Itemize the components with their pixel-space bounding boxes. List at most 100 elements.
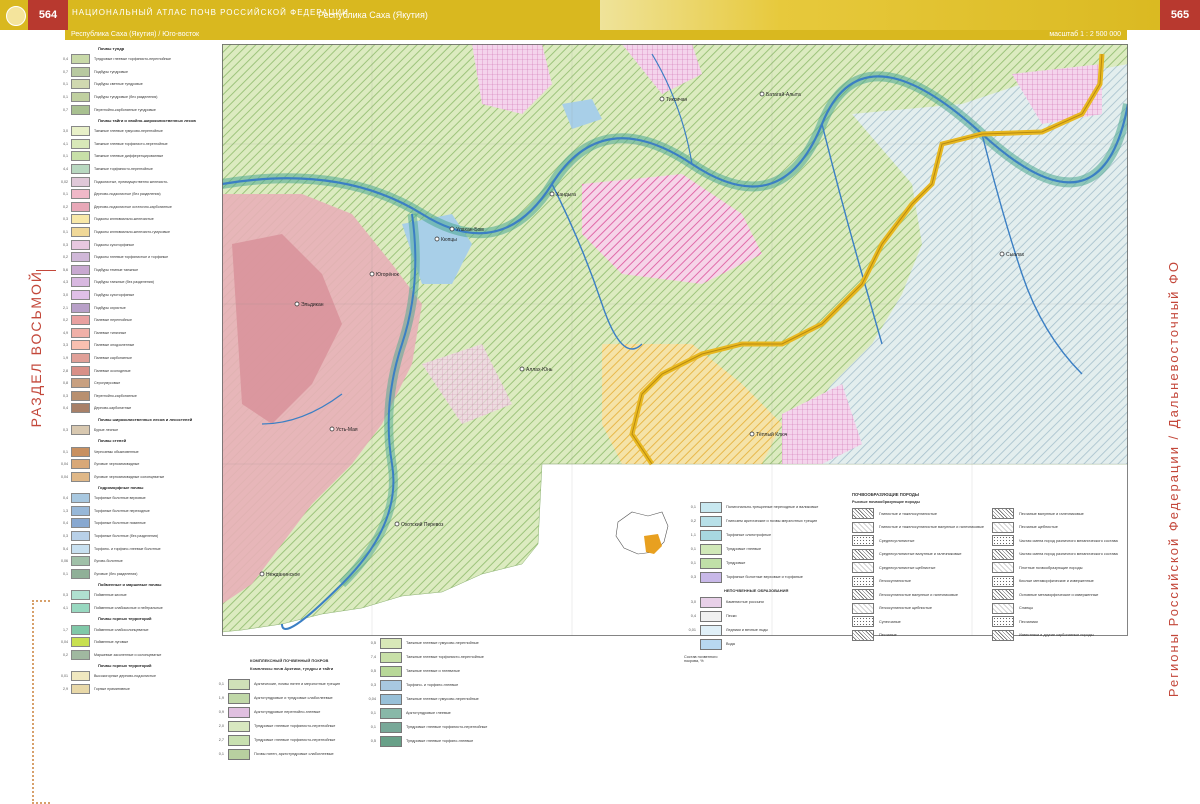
- legend-row: 0,1 Дерново-подзолистые (без разделения): [58, 188, 220, 201]
- rock-legend-label: Основные метаморфические и изверженные: [1019, 592, 1099, 597]
- legend-label: Тундровые глеевые торфянисто-перегнойные: [254, 738, 336, 742]
- legend-row: Вода: [684, 637, 844, 651]
- legend-value: 7,4: [370, 655, 376, 659]
- legend-swatch: [71, 684, 90, 695]
- legend-group-heading: Пойменные и маршевые почвы: [98, 582, 162, 588]
- legend-value: 0,1: [63, 449, 68, 454]
- legend-label: Горные примитивные: [94, 687, 130, 692]
- legend-value: 0,2: [63, 318, 68, 323]
- settlement-marker[interactable]: [659, 96, 665, 102]
- series-title: НАЦИОНАЛЬНЫЙ АТЛАС ПОЧВ РОССИЙСКОЙ ФЕДЕР…: [72, 8, 349, 17]
- legend-row: 1,7 Пойменные слабосолонцеватые: [58, 623, 220, 636]
- header-bar-right: [600, 0, 1200, 30]
- legend-row: 3,0 Каменистые россыпи: [684, 595, 844, 609]
- legend-value: 0,1: [370, 711, 376, 715]
- settlement-marker[interactable]: [259, 571, 265, 577]
- legend-row: 0,1 Арктические, почвы пятен и мерзлотные…: [212, 677, 372, 691]
- rock-legend-label: Супесчаные: [879, 619, 901, 624]
- settlement-marker[interactable]: [549, 191, 555, 197]
- legend-row: 0,1 Луговые (без разделения): [58, 568, 220, 581]
- settlement-marker[interactable]: [449, 226, 455, 232]
- rock-legend-label: Частая смена пород различного механическ…: [1019, 552, 1118, 557]
- legend-swatch: [71, 568, 90, 579]
- rock-legend-row: Основные метаморфические и изверженные: [992, 588, 1142, 602]
- legend-label: Таежные глеевые гумусово-перегнойные: [406, 697, 479, 701]
- legend-label: Подзолы иллювиально-железистые: [94, 217, 154, 222]
- legend-value: 0,1: [63, 82, 68, 87]
- legend-label: Таежные торфянисто-перегнойные: [94, 167, 153, 172]
- rock-legend-row: Сланцы: [992, 602, 1142, 616]
- legend-label: Пойменные слабосолонцеватые: [94, 627, 149, 632]
- rock-pattern-swatch: [992, 508, 1014, 520]
- legend-value: 0,2: [63, 652, 68, 657]
- decorative-border: [32, 600, 50, 804]
- legend-swatch: [71, 138, 90, 149]
- legend-swatch: [71, 201, 90, 212]
- legend-swatch: [700, 610, 722, 622]
- settlement-marker[interactable]: [369, 271, 375, 277]
- atlas-logo: [6, 6, 26, 26]
- settlement-marker[interactable]: [434, 236, 440, 242]
- settlement-marker[interactable]: [394, 521, 400, 527]
- legend-value: 0,04: [368, 697, 376, 701]
- legend-value: 1,9: [218, 696, 224, 700]
- legend-value: 2,9: [63, 687, 68, 692]
- legend-swatch: [380, 721, 402, 733]
- rock-legend-row: Глинистые и тяжелосуглинистые валунные и…: [852, 521, 992, 535]
- legend-row: 0,01 Высокогорные дерново-подзолистые: [58, 670, 220, 683]
- legend-label: Ледники и вечные льды: [726, 628, 769, 632]
- legend-value: 4,1: [63, 141, 68, 146]
- rock-pattern-swatch: [992, 535, 1014, 547]
- legend-label: Маршевые засоленные и солонцеватые: [94, 652, 162, 657]
- legend-swatch: [71, 214, 90, 225]
- legend-label: Полигонально-трещинные переходные и вали…: [726, 505, 819, 509]
- legend-label: Тундровые глеевые торфяно-глеевые: [406, 739, 474, 743]
- legend-label: Таежные глеевые торфянисто-перегнойные: [406, 655, 484, 659]
- legend-swatch: [71, 302, 90, 313]
- legend-swatch: [71, 340, 90, 351]
- settlement-marker[interactable]: [294, 301, 300, 307]
- rock-legend-row: Среднесуглинистые щебнистые: [852, 561, 992, 575]
- legend-value: 0,3: [63, 427, 68, 432]
- settlement-marker[interactable]: [329, 426, 335, 432]
- legend-label: Луговые черноземовидные: [94, 462, 140, 467]
- legend-swatch: [71, 459, 90, 470]
- rock-legend-row: Среднесуглинистые валунные и галечниковы…: [852, 548, 992, 562]
- settlement-marker[interactable]: [999, 251, 1005, 257]
- legend-label: Дерново-подзолистые (без разделения): [94, 192, 161, 197]
- legend-label: Каменистые россыпи: [726, 600, 764, 604]
- legend-row: 0,04 Пойменные луговые: [58, 636, 220, 649]
- rock-legend-row: Легкосуглинистые: [852, 575, 992, 589]
- legend-value: 0,1: [218, 752, 224, 756]
- rock-pattern-swatch: [992, 602, 1014, 614]
- legend-row: 0,1 Полигонально-трещинные переходные и в…: [684, 500, 844, 514]
- legend-label: Серогумусовые: [94, 381, 121, 386]
- legend-value: 0,1: [690, 505, 696, 509]
- settlement-marker[interactable]: [519, 366, 525, 372]
- legend-value: 0,02: [61, 179, 68, 184]
- legend-swatch: [71, 79, 90, 90]
- legend-row: 0,1 Таежные глеевые дифференцированные: [58, 150, 220, 163]
- legend-label: Таежные глеевые гумусово-перегнойные: [406, 641, 479, 645]
- legend-row: 2,0 Тундровые глеевые торфянисто-перегной…: [212, 719, 372, 733]
- legend-swatch: [380, 651, 402, 663]
- settlement-marker[interactable]: [749, 431, 755, 437]
- legend-swatch: [71, 624, 90, 635]
- settlement-label: Эльдикан: [301, 302, 324, 308]
- legend-row: 0,3 Торфяные болотные верховые и торфяные: [684, 570, 844, 584]
- legend-row: 0,4 Торфяные болотные верховые: [58, 492, 220, 505]
- side-rule: [36, 270, 56, 271]
- legend-value: 0,5: [370, 739, 376, 743]
- legend-value: 0,06: [61, 559, 68, 564]
- legend-value: 0,01: [61, 674, 68, 679]
- legend-row: 0,4 Торфяные болотные низинные: [58, 517, 220, 530]
- rock-legend-row: Песчаные: [852, 629, 992, 643]
- legend-label: Пойменные кислые: [94, 593, 127, 598]
- legend-row: 3,0 Подбуры сухоторфяные: [58, 289, 220, 302]
- settlement-marker[interactable]: [759, 91, 765, 97]
- settlement-label: Улахан-Бом: [456, 227, 484, 233]
- region-section-label: Регионы Российской Федерации / Дальневос…: [1166, 260, 1181, 698]
- legend-swatch: [71, 390, 90, 401]
- legend-label: Арктотундровые перегнойно-глеевые: [254, 710, 321, 714]
- legend-value: 4,1: [63, 606, 68, 611]
